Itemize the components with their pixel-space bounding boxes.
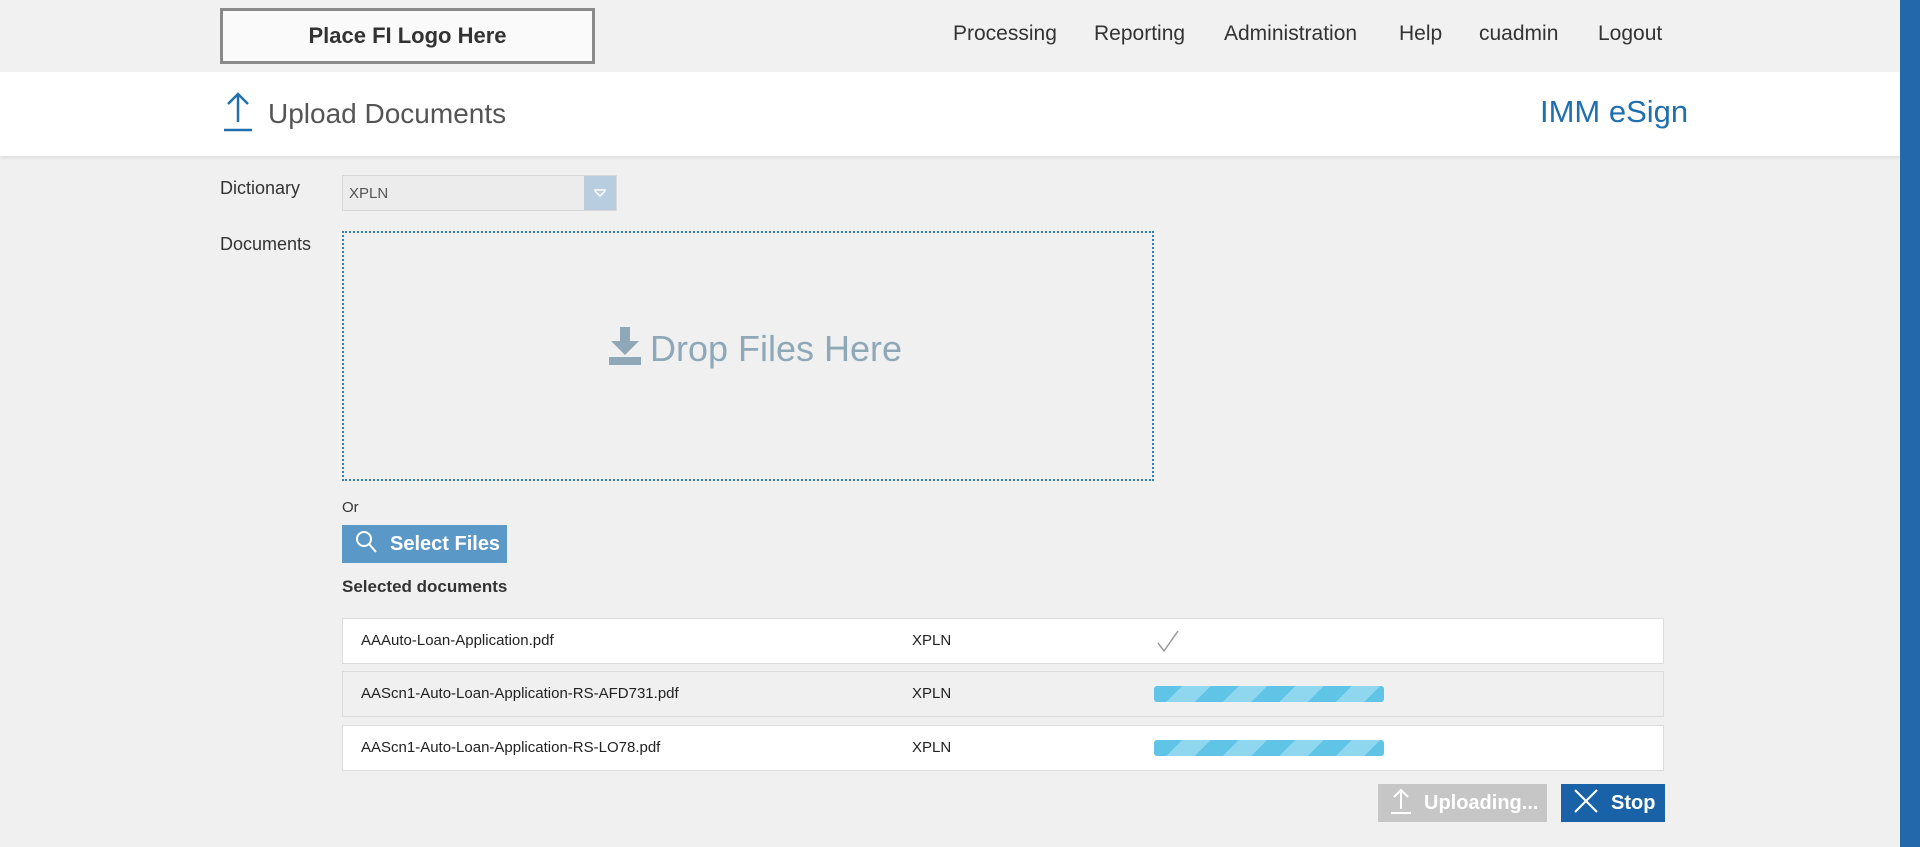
document-name: AAScn1-Auto-Loan-Application-RS-LO78.pdf [361,739,661,756]
drop-files-text: Drop Files Here [650,327,903,369]
top-header: Place FI Logo Here Processing Reporting … [0,0,1920,72]
upload-arrow-icon [222,90,254,137]
close-icon [1573,788,1599,819]
nav-logout[interactable]: Logout [1598,22,1662,46]
nav-reporting[interactable]: Reporting [1094,22,1185,46]
search-icon [354,530,378,559]
uploading-label: Uploading... [1424,791,1539,814]
dictionary-select[interactable]: XPLN [342,175,617,211]
select-files-label: Select Files [390,532,501,555]
nav-processing[interactable]: Processing [953,22,1057,46]
documents-label: Documents [220,234,312,254]
checkmark-icon [1154,629,1182,660]
stop-label: Stop [1611,791,1656,814]
chevron-down-icon[interactable] [584,176,616,210]
nav-help[interactable]: Help [1399,22,1442,46]
nav-administration[interactable]: Administration [1224,22,1357,46]
file-drop-zone[interactable]: Drop Files Here [342,231,1154,481]
uploading-button[interactable]: Uploading... [1378,784,1547,822]
document-dictionary: XPLN [912,632,952,649]
document-name: AAAuto-Loan-Application.pdf [361,632,554,649]
nav-user-menu[interactable]: cuadmin [1479,22,1558,46]
select-files-button[interactable]: Select Files [342,525,507,563]
page-title: Upload Documents [268,98,507,129]
upload-progress-bar [1154,736,1384,756]
download-icon [608,327,642,370]
table-row: AAScn1-Auto-Loan-Application-RS-LO78.pdf… [342,725,1664,771]
scrollbar-strip[interactable] [1900,0,1920,847]
table-row: AAScn1-Auto-Loan-Application-RS-AFD731.p… [342,671,1664,717]
document-dictionary: XPLN [912,685,952,702]
dictionary-label: Dictionary [220,178,301,198]
dictionary-selected-value: XPLN [349,185,389,202]
selected-documents-title: Selected documents [342,577,508,596]
document-name: AAScn1-Auto-Loan-Application-RS-AFD731.p… [361,685,679,702]
page: Place FI Logo Here Processing Reporting … [0,0,1920,847]
brand-name: IMM eSign [1540,94,1689,129]
upload-progress-bar [1154,682,1384,702]
document-dictionary: XPLN [912,739,952,756]
drop-prompt: Drop Files Here [608,327,902,370]
logo-placeholder: Place FI Logo Here [220,8,595,64]
title-band: Upload Documents IMM eSign [0,72,1900,156]
stop-button[interactable]: Stop [1561,784,1665,822]
or-separator: Or [342,499,359,516]
upload-icon [1390,787,1412,820]
table-row: AAAuto-Loan-Application.pdf XPLN [342,618,1664,664]
